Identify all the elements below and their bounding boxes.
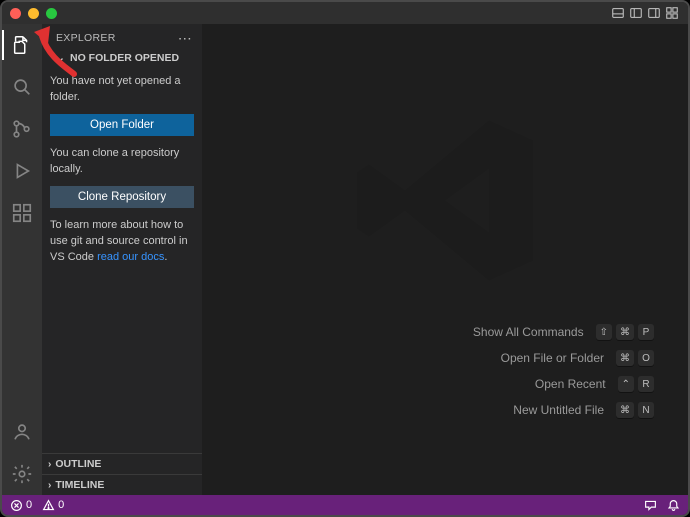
- customize-layout-icon[interactable]: [664, 5, 680, 21]
- accounts-icon[interactable]: [2, 417, 42, 447]
- minimize-window-button[interactable]: [28, 8, 39, 19]
- command-label: Open Recent: [535, 377, 606, 391]
- maximize-window-button[interactable]: [46, 8, 57, 19]
- source-control-tab[interactable]: [2, 114, 42, 144]
- timeline-section[interactable]: ›TIMELINE: [42, 474, 202, 495]
- key: ⇧: [596, 324, 612, 340]
- close-window-button[interactable]: [10, 8, 21, 19]
- outline-section[interactable]: ›OUTLINE: [42, 454, 202, 474]
- key: ⌘: [616, 350, 634, 366]
- window-controls: [10, 8, 57, 19]
- key: R: [638, 376, 654, 392]
- keybinding: ⇧⌘P: [596, 324, 654, 340]
- key: O: [638, 350, 654, 366]
- command-label: New Untitled File: [513, 403, 604, 417]
- key: ⌘: [616, 402, 634, 418]
- clone-text: You can clone a repository locally.: [50, 146, 194, 178]
- clone-repository-button[interactable]: Clone Repository: [50, 186, 194, 208]
- toggle-sidebar-icon[interactable]: [628, 5, 644, 21]
- run-debug-tab[interactable]: [2, 156, 42, 186]
- learn-more-text: To learn more about how to use git and s…: [50, 218, 194, 266]
- command-label: Open File or Folder: [501, 351, 604, 365]
- status-warnings[interactable]: 0: [42, 499, 64, 512]
- extensions-tab[interactable]: [2, 198, 42, 228]
- feedback-icon[interactable]: [644, 499, 657, 512]
- key: N: [638, 402, 654, 418]
- toggle-panel-icon[interactable]: [610, 5, 626, 21]
- sidebar-title: EXPLORER: [56, 32, 116, 44]
- titlebar: [2, 2, 688, 24]
- settings-gear-icon[interactable]: [2, 459, 42, 489]
- notifications-bell-icon[interactable]: [667, 499, 680, 512]
- keybinding: ⌃R: [618, 376, 654, 392]
- welcome-command-row: Open File or Folder ⌘O: [501, 350, 654, 366]
- welcome-command-row: New Untitled File ⌘N: [513, 402, 654, 418]
- explorer-tab[interactable]: [2, 30, 42, 60]
- welcome-command-row: Open Recent ⌃R: [535, 376, 654, 392]
- activity-bar: [2, 24, 42, 495]
- key: ⌃: [618, 376, 634, 392]
- read-our-docs-link[interactable]: read our docs: [97, 251, 164, 263]
- keybinding: ⌘N: [616, 402, 654, 418]
- toggle-secondary-sidebar-icon[interactable]: [646, 5, 662, 21]
- sidebar-more-icon[interactable]: ⋯: [178, 34, 192, 42]
- command-label: Show All Commands: [473, 325, 584, 339]
- key: P: [638, 324, 654, 340]
- search-tab[interactable]: [2, 72, 42, 102]
- not-opened-text: You have not yet opened a folder.: [50, 74, 194, 106]
- keybinding: ⌘O: [616, 350, 654, 366]
- vscode-watermark-icon: [345, 100, 545, 305]
- status-bar: 0 0: [2, 495, 688, 515]
- editor-area: Show All Commands⇧⌘POpen File or Folder⌘…: [202, 24, 688, 495]
- key: ⌘: [616, 324, 634, 340]
- open-folder-button[interactable]: Open Folder: [50, 114, 194, 136]
- welcome-command-row: Show All Commands ⇧⌘P: [473, 324, 654, 340]
- explorer-sidebar: EXPLORER ⋯ ⌄NO FOLDER OPENED You have no…: [42, 24, 202, 495]
- no-folder-section-header[interactable]: ⌄NO FOLDER OPENED: [42, 48, 202, 68]
- status-errors[interactable]: 0: [10, 499, 32, 512]
